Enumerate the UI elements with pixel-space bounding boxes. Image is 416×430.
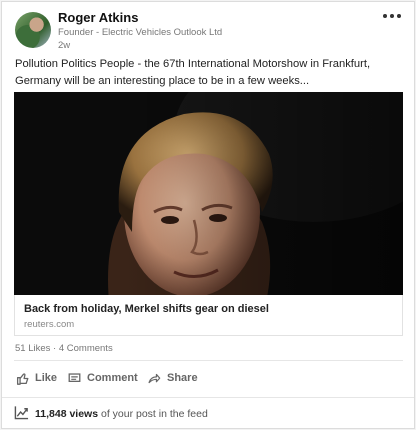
comment-button[interactable]: Comment [68,367,138,389]
share-label: Share [167,372,198,384]
views-text: 11,848 views of your post in the feed [35,408,208,420]
link-title[interactable]: Back from holiday, Merkel shifts gear on… [24,303,269,315]
views-suffix: of your post in the feed [98,408,208,420]
post-time: 2w [58,40,71,51]
share-button[interactable]: Share [147,367,198,389]
like-button[interactable]: Like [16,367,57,389]
post-text: Pollution Politics People - the 67th Int… [15,58,371,87]
stats-separator: · [50,343,59,354]
link-domain: reuters.com [24,319,75,330]
post-card: Roger Atkins Founder - Electric Vehicles… [1,1,415,429]
likes-count[interactable]: 51 Likes [15,343,50,354]
action-bar: Like Comment Share [2,367,414,389]
divider [14,360,403,361]
author-name[interactable]: Roger Atkins [58,10,138,25]
comments-count[interactable]: 4 Comments [59,343,113,354]
social-counts: 51 Likes · 4 Comments [15,343,113,354]
more-options-icon[interactable] [380,8,404,24]
post-header: Roger Atkins Founder - Electric Vehicles… [2,2,414,52]
link-preview[interactable]: Back from holiday, Merkel shifts gear on… [14,295,403,336]
author-title: Founder - Electric Vehicles Outlook Ltd [58,27,223,38]
views-footer[interactable]: 11,848 views of your post in the feed [2,397,414,429]
avatar[interactable] [15,12,51,48]
like-label: Like [35,372,58,384]
link-image[interactable] [14,92,403,295]
share-arrow-icon [148,373,161,383]
portrait-image [14,92,403,295]
views-count: 11,848 views [35,408,99,420]
comment-label: Comment [87,372,138,384]
trending-chart-icon [14,406,29,420]
comment-icon [68,372,81,382]
thumbs-up-icon [16,372,29,385]
